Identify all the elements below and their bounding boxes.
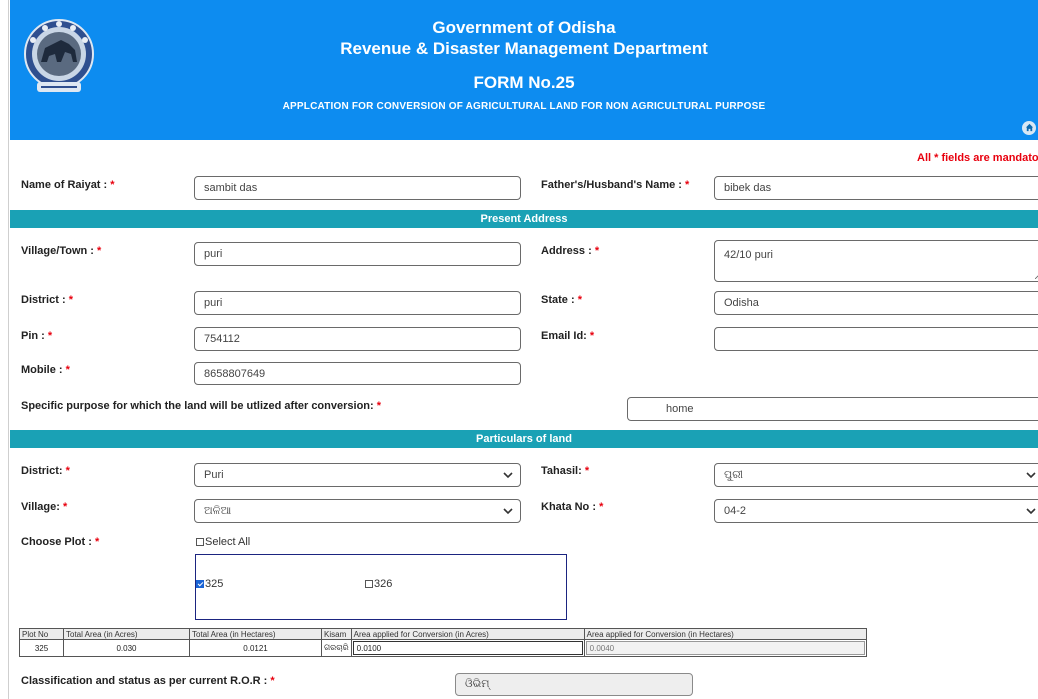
cell-plot-no: 325 [19, 639, 64, 657]
home-icon[interactable] [1022, 121, 1036, 135]
mobile-input[interactable]: 8658807649 [194, 362, 521, 385]
purpose-input[interactable]: home [627, 397, 1038, 421]
cell-total-acres: 0.030 [63, 639, 190, 657]
pin-input[interactable]: 754112 [194, 327, 521, 351]
khata-select[interactable]: 04-2 [714, 499, 1038, 523]
district-input[interactable]: puri [194, 291, 521, 315]
ror-classification-label: Classification and status as per current… [21, 675, 275, 687]
khata-label: Khata No : * [541, 501, 604, 513]
chevron-down-icon [503, 472, 513, 479]
state-input[interactable]: Odisha [714, 291, 1038, 315]
choose-plot-label: Choose Plot : * [21, 536, 100, 548]
plot-checkbox-325[interactable]: 325 [196, 578, 223, 590]
header-department: Revenue & Disaster Management Department [340, 39, 708, 58]
chevron-down-icon [503, 508, 513, 515]
page-left-border [8, 0, 9, 699]
land-district-select[interactable]: Puri [194, 463, 521, 487]
cell-applied-acres: 0.0100 [350, 639, 585, 657]
col-total-acres: Total Area (in Acres) [63, 628, 190, 640]
plot-list: 325 326 [195, 554, 567, 620]
cell-applied-hectares: 0.0040 [583, 639, 868, 657]
father-name-input[interactable]: bibek das [714, 176, 1038, 200]
land-village-label: Village: * [21, 501, 68, 513]
district-label: District : * [21, 294, 73, 306]
applied-hectares-input: 0.0040 [585, 641, 865, 655]
col-kisam: Kisam [321, 628, 352, 640]
plot-checkbox-326[interactable]: 326 [365, 578, 392, 590]
tahasil-label: Tahasil: * [541, 465, 590, 477]
header-government: Government of Odisha [432, 18, 616, 37]
present-address-header: Present Address [10, 210, 1038, 228]
email-label: Email Id: * [541, 330, 595, 342]
email-input[interactable] [714, 327, 1038, 351]
cell-total-hectares: 0.0121 [189, 639, 322, 657]
land-district-label: District: * [21, 465, 70, 477]
purpose-label: Specific purpose for which the land will… [21, 400, 382, 412]
table-row: 325 0.030 0.0121 ଗରଚାରି 0.0100 0.0040 [19, 639, 868, 657]
father-name-label: Father's/Husband's Name : * [541, 179, 690, 191]
mobile-label: Mobile : * [21, 364, 70, 376]
raiyat-label: Name of Raiyat : * [21, 179, 115, 191]
applied-acres-input[interactable]: 0.0100 [352, 641, 583, 655]
form-number: FORM No.25 [473, 73, 575, 92]
mandatory-note: All * fields are mandatory [917, 152, 1038, 164]
tahasil-select[interactable]: ପୁରୀ [714, 463, 1038, 487]
col-applied-hectares: Area applied for Conversion (in Hectares… [583, 628, 868, 640]
checkbox-icon[interactable] [365, 580, 373, 588]
col-total-hectares: Total Area (in Hectares) [189, 628, 322, 640]
page-header: Government of Odisha Revenue & Disaster … [10, 0, 1038, 140]
address-textarea[interactable]: 42/10 puri [714, 240, 1038, 282]
land-village-select[interactable]: ଅଳିଆ [194, 499, 521, 523]
village-town-input[interactable]: puri [194, 242, 521, 266]
col-applied-acres: Area applied for Conversion (in Acres) [350, 628, 585, 640]
cell-kisam: ଗରଚାରି [321, 639, 352, 657]
chevron-down-icon [1026, 508, 1036, 515]
chevron-down-icon [1026, 472, 1036, 479]
col-plot-no: Plot No [19, 628, 64, 640]
plot-details-table: Plot No Total Area (in Acres) Total Area… [19, 628, 868, 657]
address-label: Address : * [541, 245, 600, 257]
village-town-label: Village/Town : * [21, 245, 102, 257]
raiyat-name-input[interactable]: sambit das [194, 176, 521, 200]
particulars-of-land-header: Particulars of land [10, 430, 1038, 448]
state-label: State : * [541, 294, 582, 306]
table-header-row: Plot No Total Area (in Acres) Total Area… [19, 628, 868, 640]
select-all-checkbox[interactable]: Select All [196, 536, 250, 548]
pin-label: Pin : * [21, 330, 53, 342]
checkbox-checked-icon[interactable] [196, 580, 204, 588]
ror-classification-input: ଓିଭିମ୍ [455, 673, 693, 696]
checkbox-icon[interactable] [196, 538, 204, 546]
form-subtitle: APPLCATION FOR CONVERSION OF AGRICULTURA… [282, 101, 766, 112]
